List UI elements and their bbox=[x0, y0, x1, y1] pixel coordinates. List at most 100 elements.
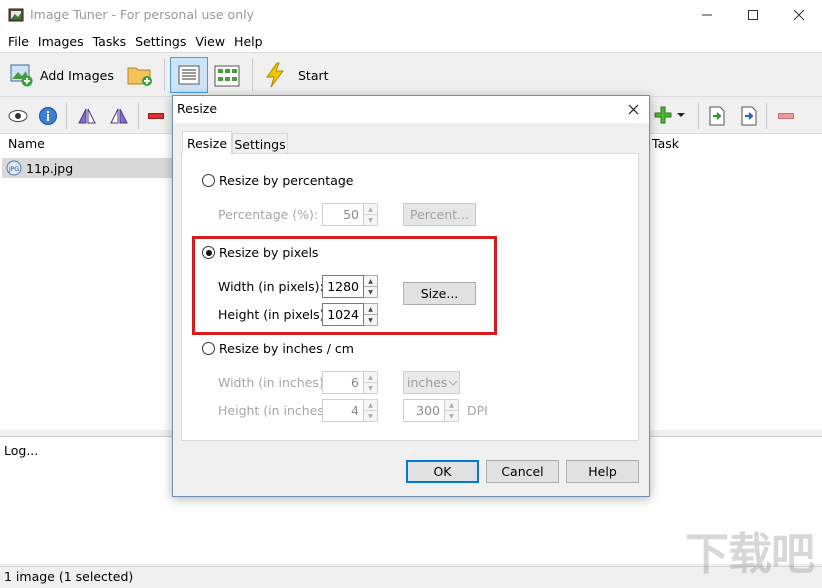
table-row[interactable]: JPG 11p.jpg bbox=[2, 158, 172, 178]
import-icon bbox=[709, 106, 725, 126]
main-toolbar: Add Images Start bbox=[0, 52, 822, 96]
remove-icon[interactable] bbox=[148, 113, 164, 119]
file-name: 11p.jpg bbox=[26, 160, 74, 176]
window-title: Image Tuner - For personal use only bbox=[30, 7, 254, 22]
export-icon bbox=[741, 106, 757, 126]
dpi-value[interactable]: 300 bbox=[403, 399, 445, 422]
radio-resize-by-percentage[interactable]: Resize by percentage bbox=[202, 173, 354, 188]
add-image-icon bbox=[10, 64, 33, 87]
column-header-task[interactable]: Task bbox=[652, 134, 679, 154]
import-task-button[interactable] bbox=[708, 106, 726, 129]
width-inches-label: Width (in inches): bbox=[218, 375, 329, 390]
menu-bar: File Images Tasks Settings View Help bbox=[0, 30, 822, 52]
tab-settings[interactable]: Settings bbox=[232, 133, 288, 155]
radio-resize-by-inches[interactable]: Resize by inches / cm bbox=[202, 341, 354, 356]
percentage-stepper[interactable]: 50 ▲ ▼ bbox=[322, 203, 378, 226]
unit-select[interactable]: inches bbox=[403, 371, 460, 394]
cancel-button[interactable]: Cancel bbox=[486, 460, 559, 483]
toolbar-separator bbox=[66, 103, 67, 129]
menu-help[interactable]: Help bbox=[230, 34, 267, 49]
help-button[interactable]: Help bbox=[566, 460, 639, 483]
dialog-close-button[interactable] bbox=[621, 98, 645, 120]
menu-file[interactable]: File bbox=[4, 34, 33, 49]
preview-button[interactable] bbox=[8, 107, 28, 128]
chevron-down-icon bbox=[448, 380, 458, 386]
info-button[interactable] bbox=[38, 106, 58, 129]
add-folder-icon bbox=[127, 67, 152, 86]
flip-vertical-button[interactable] bbox=[108, 106, 130, 129]
toolbar-separator bbox=[252, 59, 253, 91]
add-folder-button[interactable] bbox=[126, 62, 154, 91]
remove-task-icon[interactable] bbox=[778, 113, 794, 119]
radio-indicator bbox=[202, 174, 215, 187]
width-inches-stepper[interactable]: 6 ▲ ▼ bbox=[322, 371, 378, 394]
radio-label: Resize by percentage bbox=[219, 173, 354, 188]
flip-horizontal-button[interactable] bbox=[76, 106, 98, 129]
unit-value: inches bbox=[407, 375, 447, 390]
maximize-icon bbox=[748, 10, 758, 20]
eye-icon bbox=[8, 110, 28, 122]
menu-view[interactable]: View bbox=[191, 34, 229, 49]
width-inches-value[interactable]: 6 bbox=[322, 371, 364, 394]
flip-vertical-icon bbox=[110, 108, 128, 124]
tab-resize[interactable]: Resize bbox=[182, 131, 232, 154]
column-header-name[interactable]: Name bbox=[8, 134, 45, 154]
menu-tasks[interactable]: Tasks bbox=[89, 34, 131, 49]
percentage-value[interactable]: 50 bbox=[322, 203, 364, 226]
list-view-button[interactable] bbox=[170, 57, 208, 93]
spin-down-icon[interactable]: ▼ bbox=[364, 383, 378, 394]
dialog-title: Resize bbox=[177, 101, 218, 116]
export-task-button[interactable] bbox=[740, 106, 758, 129]
dpi-stepper[interactable]: 300 ▲ ▼ bbox=[403, 399, 459, 422]
minimize-icon bbox=[702, 14, 712, 16]
minimize-button[interactable] bbox=[684, 0, 730, 30]
menu-images[interactable]: Images bbox=[34, 34, 88, 49]
add-images-button[interactable]: Add Images bbox=[8, 61, 114, 89]
radio-label: Resize by inches / cm bbox=[219, 341, 354, 356]
status-text: 1 image (1 selected) bbox=[4, 569, 134, 584]
lightning-icon bbox=[266, 62, 284, 88]
toolbar-separator bbox=[164, 59, 165, 91]
height-inches-value[interactable]: 4 bbox=[322, 399, 364, 422]
spin-up-icon[interactable]: ▲ bbox=[364, 203, 378, 215]
log-text: Log... bbox=[4, 443, 39, 458]
spin-down-icon[interactable]: ▼ bbox=[445, 411, 459, 422]
toolbar-separator bbox=[766, 103, 767, 129]
dpi-label: DPI bbox=[467, 403, 488, 418]
close-window-button[interactable] bbox=[776, 0, 822, 30]
toolbar-separator bbox=[698, 103, 699, 129]
list-view-icon bbox=[178, 65, 200, 85]
spin-down-icon[interactable]: ▼ bbox=[364, 215, 378, 226]
close-icon bbox=[628, 104, 638, 114]
maximize-button[interactable] bbox=[730, 0, 776, 30]
svg-text:JPG: JPG bbox=[8, 166, 19, 173]
watermark-logo: 下载吧 bbox=[685, 529, 815, 580]
highlight-box bbox=[192, 236, 497, 335]
add-task-button[interactable] bbox=[654, 106, 686, 124]
start-button[interactable]: Start bbox=[262, 61, 329, 89]
app-icon bbox=[8, 8, 24, 22]
close-icon bbox=[793, 9, 805, 21]
dialog-title-bar: Resize bbox=[173, 96, 649, 123]
menu-settings[interactable]: Settings bbox=[131, 34, 190, 49]
thumbnail-view-icon bbox=[214, 65, 240, 87]
thumbnail-view-button[interactable] bbox=[214, 65, 240, 90]
info-icon bbox=[39, 107, 57, 125]
title-bar: Image Tuner - For personal use only bbox=[0, 0, 822, 30]
radio-indicator bbox=[202, 342, 215, 355]
dropdown-arrow-icon bbox=[677, 113, 685, 117]
height-inches-stepper[interactable]: 4 ▲ ▼ bbox=[322, 399, 378, 422]
percent-button[interactable]: Percent... bbox=[403, 203, 476, 226]
jpg-file-icon: JPG bbox=[6, 160, 22, 176]
flip-horizontal-icon bbox=[78, 108, 96, 124]
add-images-label: Add Images bbox=[40, 67, 114, 83]
toolbar-separator bbox=[138, 103, 139, 129]
spin-up-icon[interactable]: ▲ bbox=[364, 399, 378, 411]
spin-down-icon[interactable]: ▼ bbox=[364, 411, 378, 422]
percentage-label: Percentage (%): bbox=[218, 207, 319, 222]
spin-up-icon[interactable]: ▲ bbox=[364, 371, 378, 383]
spin-up-icon[interactable]: ▲ bbox=[445, 399, 459, 411]
height-inches-label: Height (in inches): bbox=[218, 403, 334, 418]
ok-button[interactable]: OK bbox=[406, 460, 479, 483]
plus-icon bbox=[654, 106, 672, 124]
